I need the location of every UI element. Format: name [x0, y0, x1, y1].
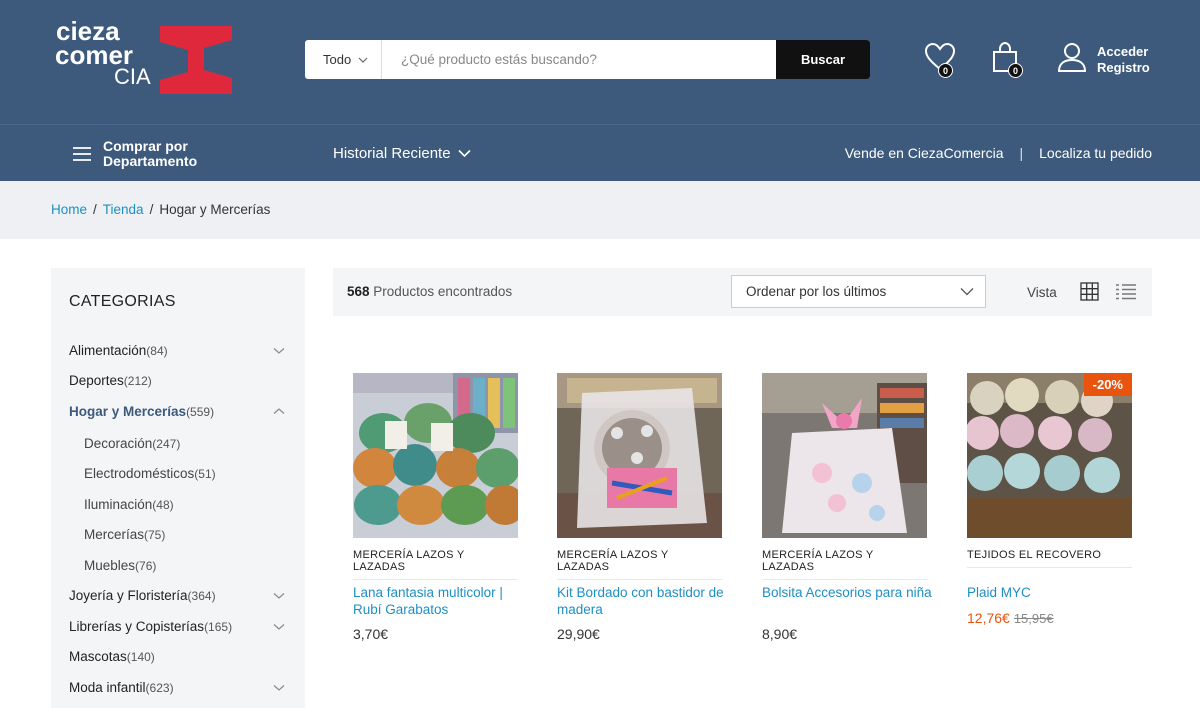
product-name[interactable]: Bolsita Accesorios para niña	[762, 584, 932, 601]
product-card[interactable]: -20% TEJIDOS EL RECOVERO Plaid MYC 12,76…	[967, 373, 1134, 626]
product-category[interactable]: MERCERÍA LAZOS Y LAZADAS	[762, 549, 927, 580]
menu-icon	[73, 147, 91, 161]
sidebar-item-electrodomesticos[interactable]: Electrodomésticos(51)	[84, 466, 216, 481]
product-name[interactable]: Kit Bordado con bastidor de madera	[557, 584, 727, 618]
sidebar-item-alimentacion[interactable]: Alimentación(84)	[69, 343, 168, 358]
product-name[interactable]: Lana fantasia multicolor | Rubí Garabato…	[353, 584, 523, 618]
sidebar-item-mascotas[interactable]: Mascotas(140)	[69, 649, 155, 664]
chevron-up-icon[interactable]	[273, 407, 285, 415]
product-card[interactable]: MERCERÍA LAZOS Y LAZADAS Lana fantasia m…	[353, 373, 520, 642]
account-links[interactable]: Acceder Registro	[1097, 44, 1150, 76]
breadcrumb: Home / Tienda / Hogar y Mercerías	[51, 202, 270, 217]
svg-text:CIA: CIA	[114, 64, 151, 89]
sidebar-item-hogar-mercerias[interactable]: Hogar y Mercerías(559)	[69, 404, 214, 419]
track-order-link[interactable]: Localiza tu pedido	[1039, 145, 1152, 161]
product-image[interactable]	[557, 373, 722, 538]
product-card[interactable]: MERCERÍA LAZOS Y LAZADAS Kit Bordado con…	[557, 373, 724, 642]
wishlist-button[interactable]: 0	[924, 42, 956, 78]
product-card[interactable]: MERCERÍA LAZOS Y LAZADAS Bolsita Accesor…	[762, 373, 932, 642]
sidebar-title: CATEGORIAS	[69, 293, 176, 310]
product-category[interactable]: MERCERÍA LAZOS Y LAZADAS	[557, 549, 722, 580]
original-price: 15,95€	[1013, 611, 1054, 626]
product-name[interactable]: Plaid MYC	[967, 584, 1137, 601]
sidebar-item-decoracion[interactable]: Decoración(247)	[84, 436, 180, 451]
products-toolbar: 568 Productos encontrados Ordenar por lo…	[333, 268, 1152, 316]
view-label: Vista	[1027, 285, 1057, 300]
sidebar-item-iluminacion[interactable]: Iluminación(48)	[84, 497, 174, 512]
chevron-down-icon[interactable]	[273, 592, 285, 600]
discount-badge: -20%	[1083, 373, 1132, 396]
product-price: 29,90€	[557, 626, 600, 642]
login-link[interactable]: Acceder	[1097, 44, 1150, 60]
grid-view-icon[interactable]	[1080, 282, 1099, 301]
chevron-down-icon	[358, 57, 368, 63]
search-bar: Todo Buscar	[305, 40, 870, 79]
site-logo[interactable]: cieza comer CIA	[52, 16, 237, 100]
nav-separator: |	[1019, 145, 1024, 161]
chevron-down-icon[interactable]	[273, 347, 285, 355]
sidebar-item-mercerias[interactable]: Mercerías(75)	[84, 527, 165, 542]
header: cieza comer CIA Todo Buscar 0 0 Acceder …	[0, 0, 1200, 124]
products-found: 568 Productos encontrados	[347, 284, 512, 299]
breadcrumb-home[interactable]: Home	[51, 202, 87, 217]
departments-label: Comprar por Departamento	[103, 138, 198, 169]
cart-button[interactable]: 0	[990, 41, 1023, 79]
product-image[interactable]	[762, 373, 927, 538]
cart-count-badge: 0	[1008, 63, 1023, 78]
search-category-select[interactable]: Todo	[305, 40, 382, 79]
recent-history-dropdown[interactable]: Historial Reciente	[333, 145, 471, 162]
product-price: 3,70€	[353, 626, 389, 642]
chevron-down-icon	[457, 149, 471, 158]
sidebar-item-librerias-copisterias[interactable]: Librerías y Copisterías(165)	[69, 619, 232, 634]
product-image[interactable]: -20%	[967, 373, 1132, 538]
account-icon-button[interactable]	[1057, 42, 1087, 77]
departments-menu-button[interactable]: Comprar por Departamento	[72, 139, 223, 169]
sort-select[interactable]: Ordenar por los últimos	[731, 275, 986, 308]
breadcrumb-shop[interactable]: Tienda	[103, 202, 144, 217]
chevron-down-icon	[960, 288, 974, 296]
list-view-icon[interactable]	[1115, 283, 1137, 301]
search-input[interactable]	[383, 40, 776, 79]
category-sidebar: CATEGORIAS Alimentación(84) Deportes(212…	[51, 268, 305, 708]
products-found-label: Productos encontrados	[373, 284, 513, 299]
chevron-down-icon[interactable]	[273, 623, 285, 631]
nav-right-links: Vende en CiezaComercia | Localiza tu ped…	[845, 145, 1152, 161]
sale-price: 12,76€	[967, 610, 1010, 626]
sell-link[interactable]: Vende en CiezaComercia	[845, 145, 1004, 161]
register-link[interactable]: Registro	[1097, 60, 1150, 76]
product-price: 12,76€ 15,95€	[967, 610, 1054, 626]
user-icon	[1057, 43, 1087, 72]
breadcrumb-separator: /	[149, 202, 154, 217]
product-category[interactable]: TEJIDOS EL RECOVERO	[967, 549, 1132, 568]
product-image[interactable]	[353, 373, 518, 538]
chevron-down-icon[interactable]	[273, 684, 285, 692]
search-category-label: Todo	[323, 52, 352, 67]
main-navbar: Comprar por Departamento Historial Recie…	[0, 124, 1200, 181]
breadcrumb-current: Hogar y Mercerías	[159, 202, 271, 217]
sidebar-item-deportes[interactable]: Deportes(212)	[69, 373, 152, 388]
recent-history-label: Historial Reciente	[333, 145, 451, 162]
wishlist-count-badge: 0	[938, 63, 953, 78]
breadcrumb-bar: Home / Tienda / Hogar y Mercerías	[0, 181, 1200, 239]
sidebar-item-muebles[interactable]: Muebles(76)	[84, 558, 156, 573]
sidebar-item-moda-infantil[interactable]: Moda infantil(623)	[69, 680, 174, 695]
search-button[interactable]: Buscar	[776, 40, 870, 79]
product-category[interactable]: MERCERÍA LAZOS Y LAZADAS	[353, 549, 518, 580]
breadcrumb-separator: /	[93, 202, 97, 217]
sort-selected-label: Ordenar por los últimos	[746, 284, 887, 299]
product-price: 8,90€	[762, 626, 798, 642]
products-found-count: 568	[347, 284, 370, 299]
sidebar-item-joyeria-floristeria[interactable]: Joyería y Floristería(364)	[69, 588, 216, 603]
